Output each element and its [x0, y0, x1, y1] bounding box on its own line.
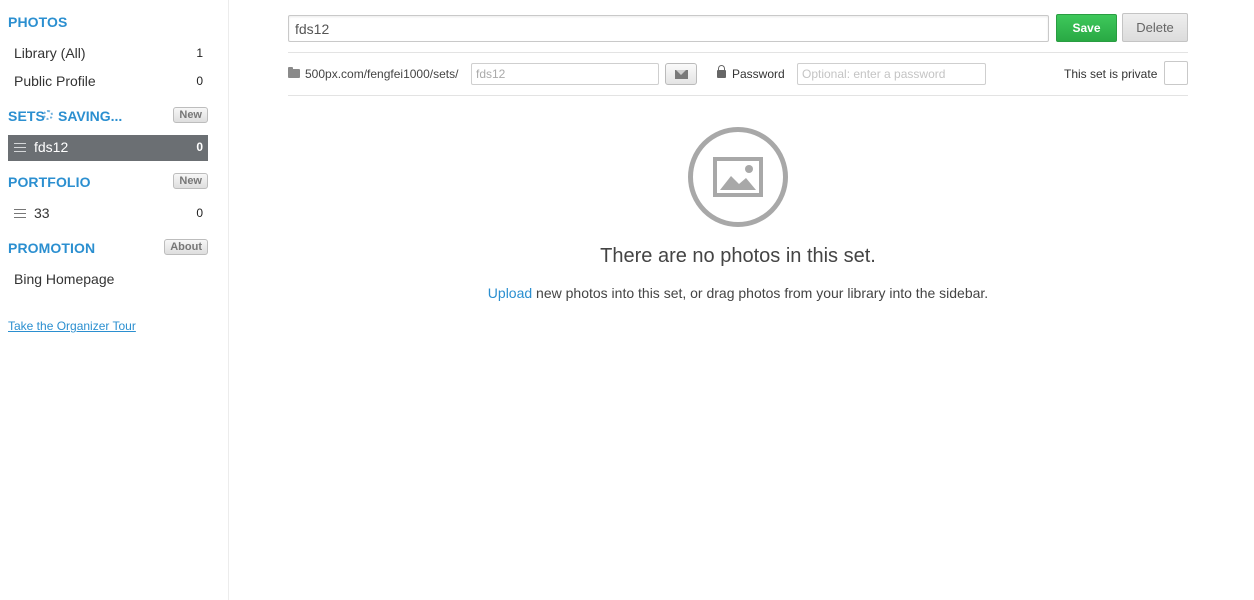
folder-icon	[288, 67, 300, 78]
portfolio-heading: PORTFOLIO	[8, 174, 91, 190]
image-placeholder-icon	[688, 127, 788, 227]
upload-link[interactable]: Upload	[488, 285, 532, 301]
set-title-input[interactable]	[288, 15, 1049, 42]
private-label: This set is private	[1064, 67, 1158, 81]
set-url-prefix: 500px.com/fengfei1000/sets/	[305, 67, 459, 81]
save-button[interactable]: Save	[1056, 14, 1117, 42]
saving-indicator: SAVING...	[43, 108, 123, 124]
sidebar-item-set-fds12[interactable]: fds12 0	[8, 135, 208, 161]
sidebar-item-bing-homepage[interactable]: Bing Homepage	[8, 267, 208, 293]
sidebar: PHOTOS Library (All) 1 Public Profile 0 …	[0, 0, 229, 600]
password-label: Password	[732, 67, 785, 81]
sidebar-item-label: Library (All)	[14, 45, 86, 61]
empty-set-hint: Upload new photos into this set, or drag…	[288, 285, 1188, 301]
list-icon	[14, 209, 26, 218]
sidebar-item-label: Bing Homepage	[14, 271, 115, 287]
spinner-icon	[43, 110, 53, 120]
organizer-tour-link[interactable]: Take the Organizer Tour	[8, 319, 136, 333]
delete-button[interactable]: Delete	[1122, 13, 1188, 42]
saving-text: SAVING...	[58, 108, 123, 124]
sidebar-item-public-profile[interactable]: Public Profile 0	[8, 69, 208, 95]
mail-icon	[675, 70, 688, 79]
divider	[288, 52, 1188, 53]
photos-heading: PHOTOS	[8, 14, 68, 30]
set-slug-input[interactable]	[471, 63, 659, 85]
empty-set-message: There are no photos in this set.	[600, 245, 876, 267]
new-portfolio-button[interactable]: New	[173, 173, 208, 189]
sidebar-item-label: fds12	[34, 139, 69, 155]
sidebar-item-portfolio-33[interactable]: 33 0	[8, 201, 208, 227]
sidebar-item-count: 0	[196, 140, 203, 154]
private-checkbox[interactable]	[1164, 61, 1188, 85]
password-input[interactable]	[797, 63, 986, 85]
sidebar-item-count: 1	[196, 46, 203, 60]
share-email-button[interactable]	[665, 63, 697, 85]
new-set-button[interactable]: New	[173, 107, 208, 123]
lock-icon	[717, 65, 726, 78]
divider	[288, 95, 1188, 96]
sidebar-item-label: Public Profile	[14, 73, 96, 89]
sets-heading: SETS	[8, 108, 45, 124]
sidebar-item-label: 33	[34, 205, 50, 221]
promotion-heading: PROMOTION	[8, 240, 96, 256]
sidebar-item-count: 0	[196, 206, 203, 220]
sidebar-item-count: 0	[196, 74, 203, 88]
about-promotion-button[interactable]: About	[164, 239, 208, 255]
list-icon	[14, 143, 26, 152]
sidebar-item-library-all[interactable]: Library (All) 1	[8, 41, 208, 67]
empty-hint-text: new photos into this set, or drag photos…	[532, 285, 989, 301]
